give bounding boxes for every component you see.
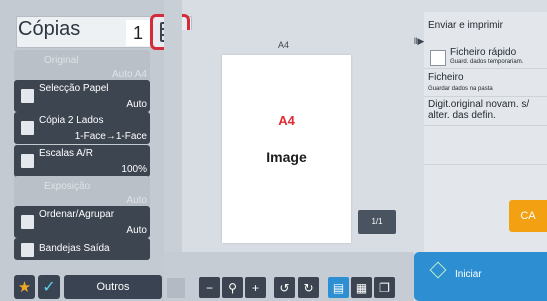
function-value: Auto: [126, 99, 147, 110]
others-label: Outros: [96, 281, 130, 293]
rotate-right-button[interactable]: ↻: [298, 277, 319, 298]
start-label: Iniciar: [455, 269, 482, 280]
quick-file-label[interactable]: Ficheiro rápido: [450, 47, 516, 58]
function-value: 1-Face→1-Face: [74, 131, 147, 142]
check-icon: ✓: [42, 279, 56, 296]
send-and-print-button[interactable]: Enviar e imprimir: [428, 20, 518, 31]
rotate-left-icon: ↺: [279, 280, 290, 295]
document-icon: [167, 278, 185, 298]
function-label: Exposição: [44, 181, 91, 192]
function-value: Auto: [126, 195, 147, 206]
rotate-right-icon: ↻: [303, 280, 314, 295]
clear-all-button[interactable]: CA: [509, 200, 547, 232]
paper-icon: [21, 89, 34, 103]
preview-paper-size: A4: [278, 113, 295, 128]
divider: [424, 96, 547, 97]
divider: [424, 125, 547, 126]
function-value: Auto A4: [111, 69, 147, 80]
function-label: Escalas A/R: [39, 148, 93, 159]
function-output-tray[interactable]: Bandejas Saída: [14, 238, 150, 260]
checkmark-button[interactable]: ✓: [38, 275, 60, 299]
quick-file-sublabel: Guard. dados temporariam.: [450, 59, 524, 65]
zoom-in-button[interactable]: +: [245, 277, 266, 298]
function-label: Cópia 2 Lados: [39, 115, 104, 126]
magnifier-icon: ⚲: [228, 280, 237, 295]
function-2-sided-copy[interactable]: Cópia 2 Lados 1-Face→1-Face: [14, 112, 150, 144]
star-icon: ★: [17, 279, 32, 296]
rotate-left-button[interactable]: ↺: [274, 277, 295, 298]
preview-document[interactable]: A4 Image: [222, 55, 351, 243]
duplex-icon: [21, 121, 34, 135]
function-label: Bandejas Saída: [39, 243, 110, 254]
divider: [424, 68, 547, 69]
ca-label: CA: [520, 210, 536, 222]
paper-size-label: A4: [278, 40, 290, 50]
bottom-left-bar: ★ ✓ Outros: [14, 275, 164, 301]
zoom-out-button[interactable]: −: [199, 277, 220, 298]
divider: [424, 164, 547, 165]
single-page-view-button[interactable]: ▤: [328, 277, 349, 298]
plus-icon: +: [251, 280, 259, 295]
function-original: Original Auto A4: [14, 50, 150, 82]
function-label: Ordenar/Agrupar: [39, 209, 115, 220]
zoom-icon: [21, 154, 34, 168]
function-paper-select[interactable]: Selecção Papel Auto: [14, 80, 150, 112]
copies-count-field[interactable]: 1: [126, 20, 150, 46]
layers-icon: ❐: [379, 280, 390, 295]
function-label: Original: [44, 55, 79, 66]
copies-label: Cópias: [18, 18, 81, 40]
sort-icon: [21, 215, 34, 229]
preview-image-label: Image: [266, 149, 307, 165]
function-sort-group[interactable]: Ordenar/Agrupar Auto: [14, 206, 150, 238]
function-label: Selecção Papel: [39, 83, 109, 94]
expand-right-button[interactable]: ‖▶: [413, 32, 425, 50]
page-icon: ▤: [332, 280, 345, 295]
multi-page-view-button[interactable]: ❐: [374, 277, 395, 298]
function-value: Auto: [126, 225, 147, 236]
magnify-button[interactable]: ⚲: [222, 277, 243, 298]
tray-icon: [21, 243, 34, 257]
thumbnail-view-button[interactable]: ▦: [351, 277, 372, 298]
rescan-original-button[interactable]: Digit.original novam. s/ alter. das defi…: [428, 99, 540, 121]
others-button[interactable]: Outros: [64, 275, 162, 299]
copy-screen: Cópias 1 Original Auto A4 Selecção Papel…: [0, 0, 547, 301]
file-sublabel: Guardar dados na pasta: [428, 86, 493, 92]
grid-icon: ▦: [355, 280, 368, 295]
function-exposure: Exposição Auto: [14, 176, 150, 208]
function-zoom-ratio[interactable]: Escalas A/R 100%: [14, 145, 150, 177]
page-counter: 1/1: [358, 210, 396, 234]
start-icon: [429, 261, 447, 279]
quick-file-checkbox[interactable]: [430, 50, 446, 66]
file-button[interactable]: Ficheiro: [428, 72, 464, 83]
favorite-button[interactable]: ★: [14, 275, 35, 299]
chevron-right-icon: ‖▶: [413, 35, 425, 46]
start-button[interactable]: Iniciar: [414, 252, 547, 301]
minus-icon: −: [205, 280, 213, 295]
function-value: 100%: [121, 164, 147, 175]
